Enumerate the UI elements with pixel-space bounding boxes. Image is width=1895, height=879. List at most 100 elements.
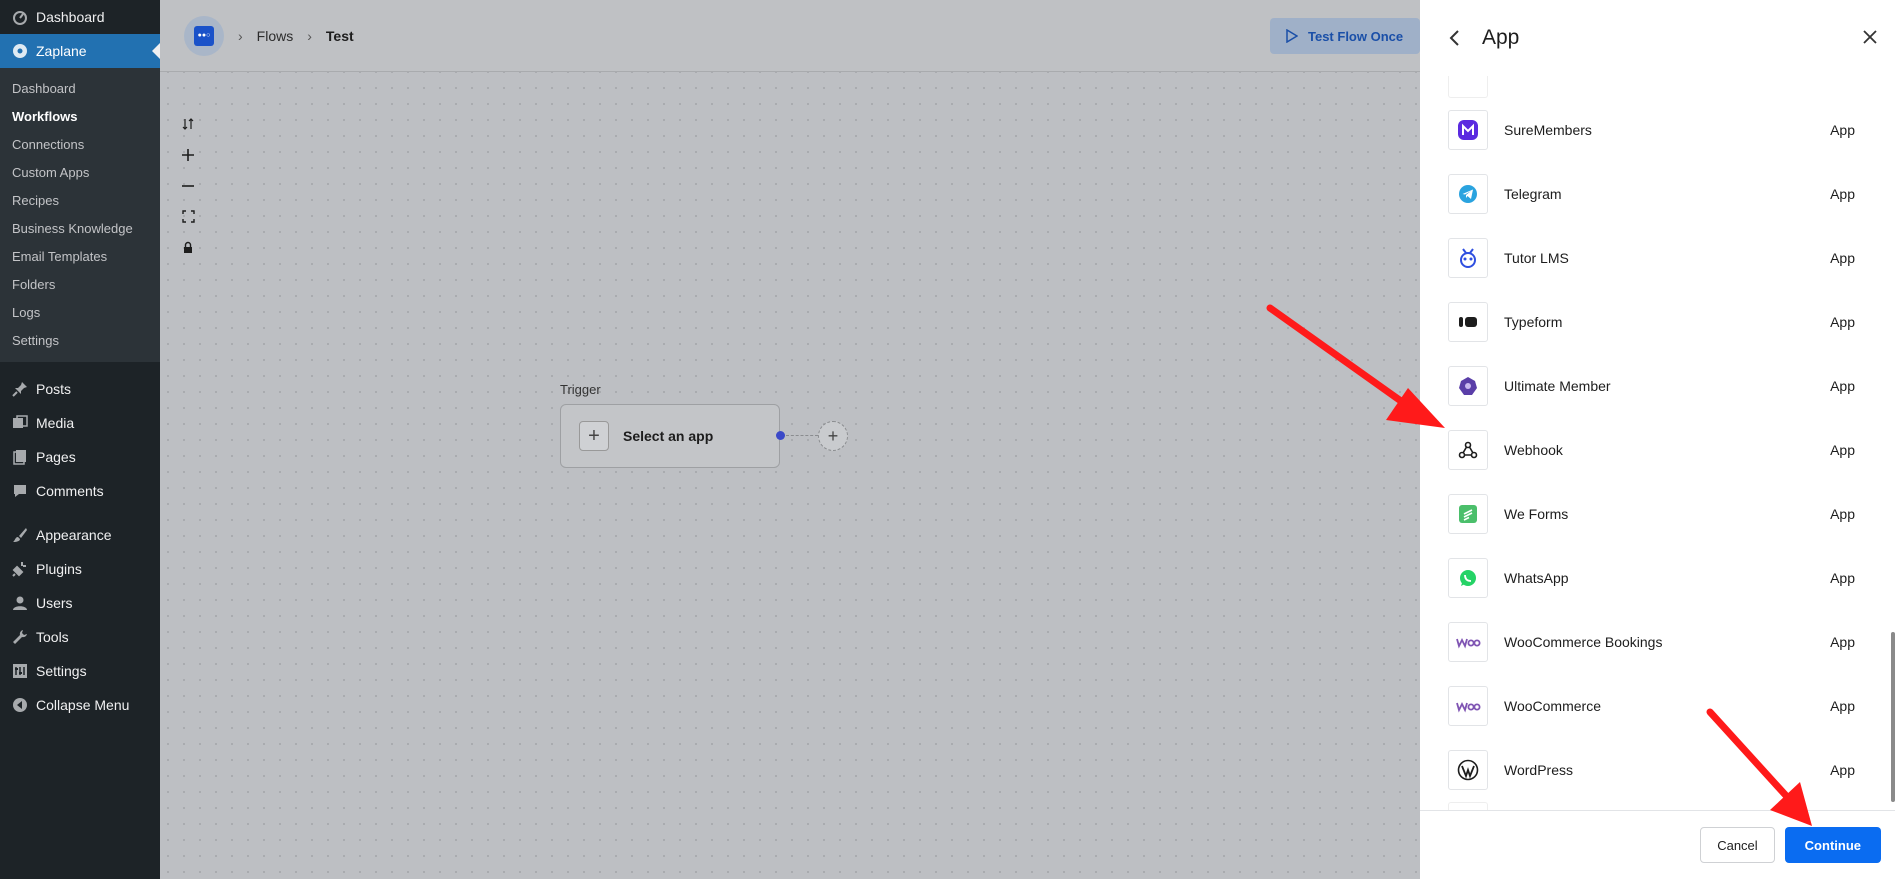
wordpress-icon — [1448, 750, 1488, 790]
panel-footer: Cancel Continue — [1420, 810, 1895, 879]
lock-icon[interactable] — [178, 232, 198, 263]
pages-icon — [10, 447, 30, 467]
app-name: Typeform — [1504, 314, 1563, 330]
app-type: App — [1830, 634, 1855, 650]
chevron-right-icon: › — [238, 27, 243, 44]
app-row-typeform[interactable]: Typeform App — [1420, 290, 1895, 354]
suremembers-icon — [1448, 110, 1488, 150]
submenu-workflows[interactable]: Workflows — [0, 102, 160, 130]
wp-menu-zaplane[interactable]: Zaplane — [0, 34, 160, 68]
panel-scrollbar[interactable] — [1889, 82, 1895, 802]
typeform-icon — [1448, 302, 1488, 342]
whatsapp-icon — [1448, 558, 1488, 598]
app-row-webhook[interactable]: Webhook App — [1420, 418, 1895, 482]
wp-menu-plugins[interactable]: Plugins — [0, 552, 160, 586]
wp-menu-users[interactable]: Users — [0, 586, 160, 620]
app-type: App — [1830, 762, 1855, 778]
zoom-out-icon[interactable] — [178, 170, 198, 201]
ultimate-member-icon — [1448, 366, 1488, 406]
app-logo[interactable]: ●●○ — [184, 15, 224, 56]
sort-icon[interactable] — [178, 108, 198, 139]
app-icon-partial — [1448, 802, 1488, 810]
wp-menu-media[interactable]: Media — [0, 406, 160, 440]
app-name: WhatsApp — [1504, 570, 1569, 586]
fit-view-icon[interactable] — [178, 201, 198, 232]
wp-menu-tools[interactable]: Tools — [0, 620, 160, 654]
submenu-email-templates[interactable]: Email Templates — [0, 242, 160, 270]
wp-menu-dashboard[interactable]: Dashboard — [0, 0, 160, 34]
user-icon — [10, 593, 30, 613]
dashboard-icon — [10, 7, 30, 27]
app-row-tutor-lms[interactable]: Tutor LMS App — [1420, 226, 1895, 290]
app-type: App — [1830, 442, 1855, 458]
test-flow-once-button[interactable]: Test Flow Once — [1270, 18, 1420, 54]
wp-menu-appearance[interactable]: Appearance — [0, 518, 160, 552]
app-row-woocommerce[interactable]: WooCommerce App — [1420, 674, 1895, 738]
add-step-button[interactable]: + — [818, 421, 848, 451]
app-name: Webhook — [1504, 442, 1563, 458]
wp-menu-collapse[interactable]: Collapse Menu — [0, 688, 160, 722]
submenu-recipes[interactable]: Recipes — [0, 186, 160, 214]
zaplane-submenu: Dashboard Workflows Connections Custom A… — [0, 68, 160, 362]
back-arrow-icon[interactable] — [1448, 28, 1468, 48]
pin-icon — [10, 379, 30, 399]
app-row-suremembers[interactable]: SureMembers App — [1420, 98, 1895, 162]
flow-canvas[interactable]: ●●○ › Flows › Test Test Flow Once Trigge… — [160, 0, 1420, 879]
wp-menu-label: Posts — [36, 381, 72, 397]
app-row-woocommerce-bookings[interactable]: WooCommerce Bookings App — [1420, 610, 1895, 674]
media-icon — [10, 413, 30, 433]
settings-icon — [10, 661, 30, 681]
app-row-whatsapp[interactable]: WhatsApp App — [1420, 546, 1895, 610]
wp-menu-label: Plugins — [36, 561, 82, 577]
trigger-node[interactable]: + Select an app — [560, 404, 780, 468]
continue-button[interactable]: Continue — [1784, 827, 1881, 863]
submenu-logs[interactable]: Logs — [0, 298, 160, 326]
wp-menu-posts[interactable]: Posts — [0, 372, 160, 406]
scrollbar-thumb[interactable] — [1891, 632, 1895, 802]
app-icon-partial — [1448, 76, 1488, 98]
submenu-settings[interactable]: Settings — [0, 326, 160, 354]
canvas-toolbar — [178, 108, 198, 263]
submenu-folders[interactable]: Folders — [0, 270, 160, 298]
woo-icon — [1448, 622, 1488, 662]
woo-icon — [1448, 686, 1488, 726]
wp-menu-label: Dashboard — [36, 9, 105, 25]
app-row-we-forms[interactable]: We Forms App — [1420, 482, 1895, 546]
close-icon[interactable] — [1861, 28, 1879, 46]
app-name: We Forms — [1504, 506, 1569, 522]
app-row-wordpress[interactable]: WordPress App — [1420, 738, 1895, 802]
wp-menu-settings[interactable]: Settings — [0, 654, 160, 688]
app-selection-panel: App SureMembers App Telegram App Tutor L… — [1420, 0, 1895, 879]
wp-menu-label: Users — [36, 595, 73, 611]
wp-menu-label: Settings — [36, 663, 87, 679]
app-row-ultimate-member[interactable]: Ultimate Member App — [1420, 354, 1895, 418]
plus-icon: + — [579, 421, 609, 451]
wp-menu-comments[interactable]: Comments — [0, 474, 160, 508]
app-row-telegram[interactable]: Telegram App — [1420, 162, 1895, 226]
submenu-custom-apps[interactable]: Custom Apps — [0, 158, 160, 186]
comment-icon — [10, 481, 30, 501]
submenu-dashboard[interactable]: Dashboard — [0, 74, 160, 102]
breadcrumb-flows[interactable]: Flows — [257, 28, 294, 44]
wp-admin-sidebar: Dashboard Zaplane Dashboard Workflows Co… — [0, 0, 160, 879]
zoom-in-icon[interactable] — [178, 139, 198, 170]
test-flow-once-label: Test Flow Once — [1308, 28, 1404, 44]
brush-icon — [10, 525, 30, 545]
app-name: WooCommerce Bookings — [1504, 634, 1663, 650]
chevron-right-icon: › — [307, 27, 312, 44]
trigger-label: Trigger — [560, 382, 601, 397]
panel-title: App — [1482, 26, 1520, 49]
wp-menu-label: Collapse Menu — [36, 697, 130, 713]
wp-menu-pages[interactable]: Pages — [0, 440, 160, 474]
app-list[interactable]: SureMembers App Telegram App Tutor LMS A… — [1420, 76, 1895, 810]
menu-separator — [0, 362, 160, 372]
submenu-business-knowledge[interactable]: Business Knowledge — [0, 214, 160, 242]
breadcrumb-test: Test — [325, 27, 354, 44]
app-type: App — [1830, 186, 1855, 202]
app-name: Ultimate Member — [1504, 378, 1611, 394]
connection-handle[interactable] — [776, 431, 785, 440]
app-type: App — [1830, 698, 1855, 714]
app-name: Tutor LMS — [1504, 250, 1569, 266]
submenu-connections[interactable]: Connections — [0, 130, 160, 158]
cancel-button[interactable]: Cancel — [1700, 827, 1775, 863]
